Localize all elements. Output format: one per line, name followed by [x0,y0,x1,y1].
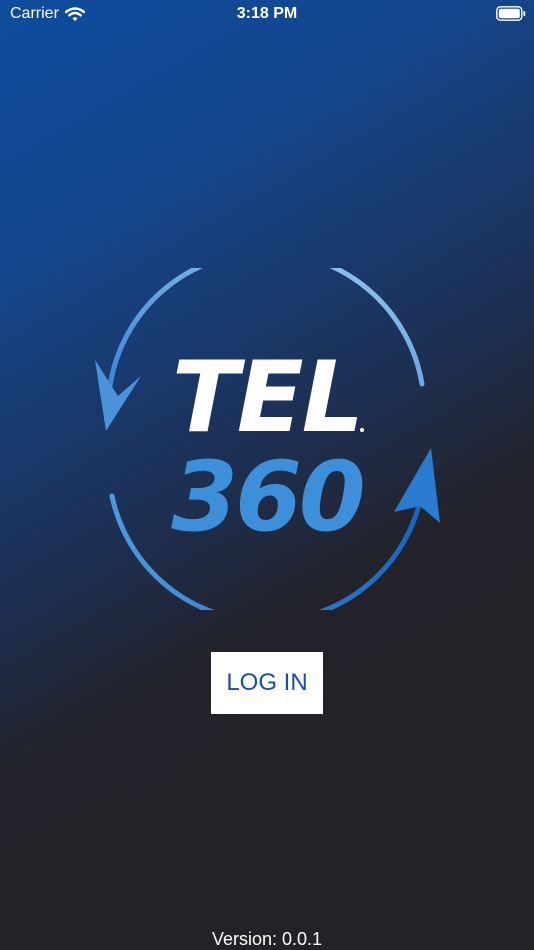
status-time: 3:18 PM [236,5,298,22]
status-bar: Carrier 3:18 PM [0,0,534,30]
tel360-logo-graphic: TEL 360 [95,268,440,610]
registered-mark-icon [360,428,364,432]
login-button[interactable]: LOG IN [211,652,323,714]
tel360-logo: TEL 360 [92,268,442,610]
version-label: Version: 0.0.1 [211,929,323,949]
battery-icon [496,6,526,21]
logo-text-tel: TEL [172,341,362,455]
arrowhead-top-icon [95,360,141,431]
logo-text-360: 360 [171,441,363,553]
